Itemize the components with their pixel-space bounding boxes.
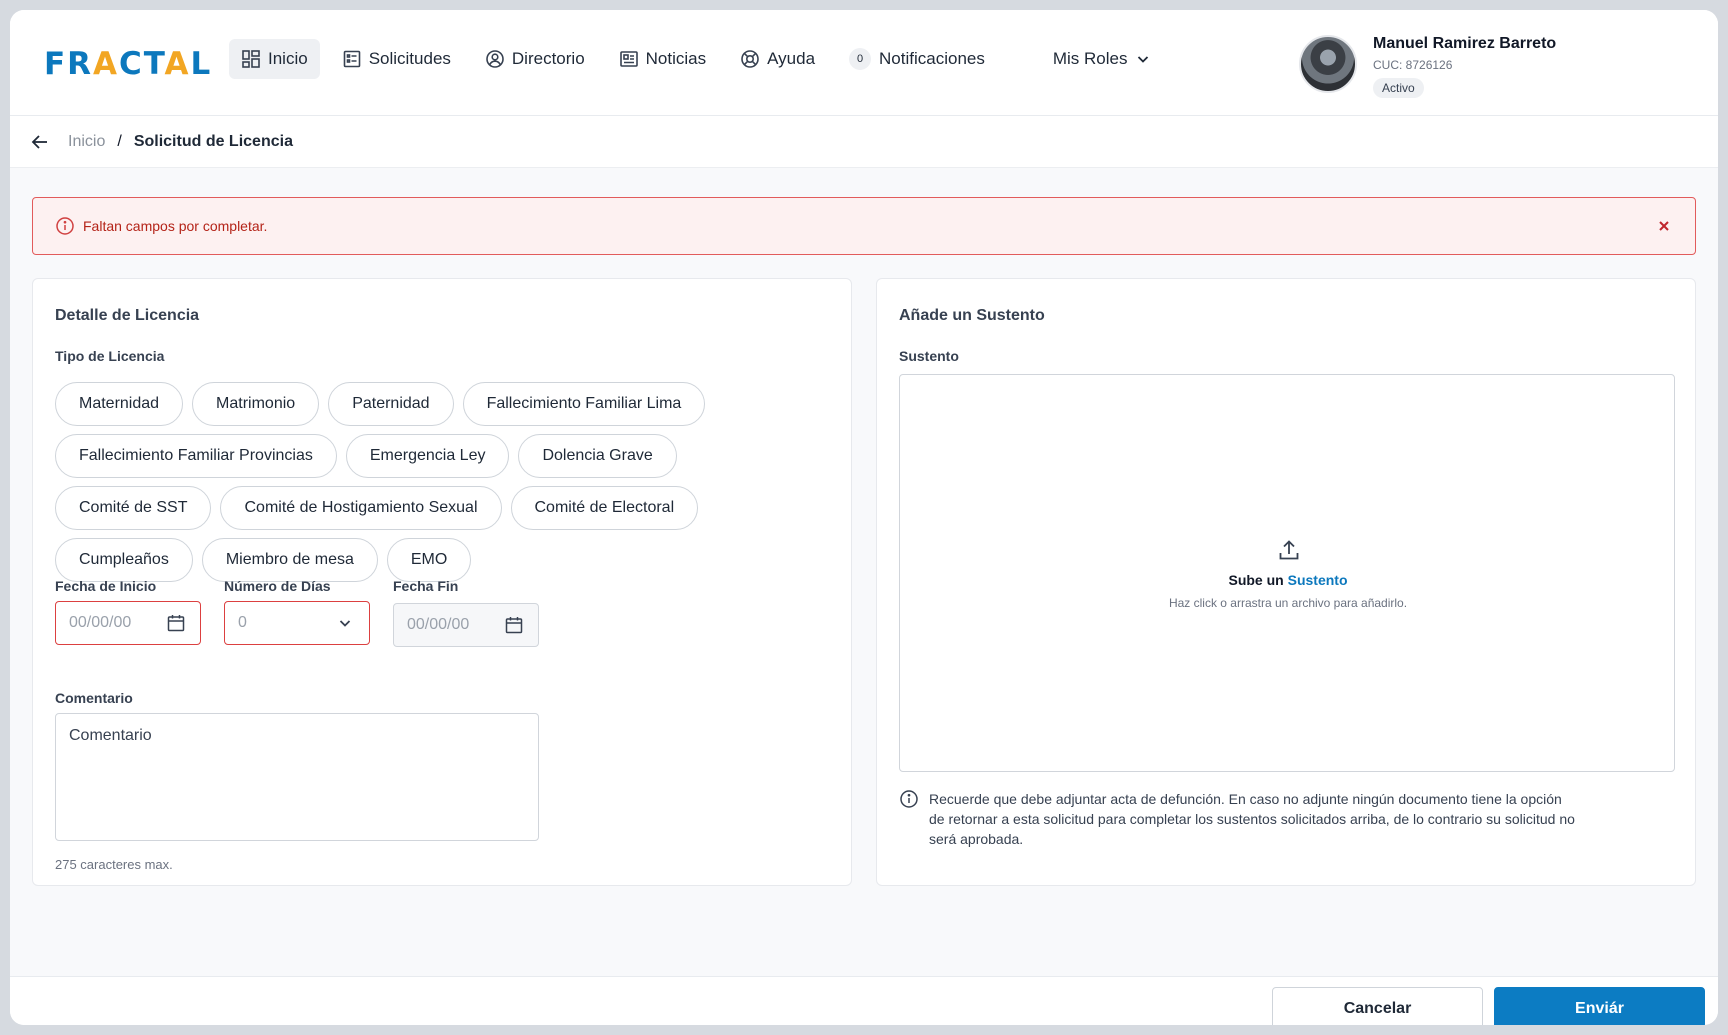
file-dropzone[interactable]: Sube un Sustento Haz click o arrastra un… [899,374,1675,772]
notification-count-badge: 0 [849,48,872,70]
chip-cumpleanos[interactable]: Cumpleaños [55,538,193,582]
start-date-placeholder: 00/00/00 [69,614,132,631]
card-title: Detalle de Licencia [55,307,200,324]
license-detail-card: Detalle de Licencia Tipo de Licencia Mat… [32,278,852,886]
avatar [1299,35,1357,93]
chip-emergencia-ley[interactable]: Emergencia Ley [345,434,510,478]
nav-label: Directorio [511,49,585,68]
main-nav: Inicio Solicitudes Directorio Noticias A… [229,39,1173,79]
nav-label: Noticias [645,49,707,68]
user-info: Manuel Ramirez Barreto CUC: 8726126 Acti… [1373,27,1556,98]
support-label: Sustento [899,348,959,364]
action-footer: Cancelar Enviár [10,976,1718,1025]
days-label: Número de Días [224,578,331,594]
end-date-label: Fecha Fin [393,578,459,594]
nav-label: Mis Roles [1052,49,1128,68]
form-list-icon [343,50,360,68]
nav-item-inicio[interactable]: Inicio [229,39,320,79]
top-navigation-bar: FRACTAL Inicio Solicitudes Directorio No… [10,10,1718,116]
days-select[interactable]: 0 [224,601,370,645]
calendar-icon [505,617,523,634]
days-value: 0 [238,614,247,631]
error-alert: Faltan campos por completar. [32,197,1696,255]
nav-label: Ayuda [767,49,816,68]
end-date-input: 00/00/00 [393,603,539,647]
start-date-label: Fecha de Inicio [55,578,157,594]
close-icon[interactable] [1655,217,1673,235]
user-name: Manuel Ramirez Barreto [1373,35,1557,52]
license-type-label: Tipo de Licencia [55,348,165,364]
start-date-input[interactable]: 00/00/00 [55,601,201,645]
nav-item-ayuda[interactable]: Ayuda [728,39,827,79]
nav-item-notificaciones[interactable]: 0 Notificaciones [837,39,997,79]
upload-icon [1279,540,1299,560]
cancel-button[interactable]: Cancelar [1272,987,1483,1025]
license-type-chips: Maternidad Matrimonio Paternidad Falleci… [55,382,795,590]
chip-paternidad[interactable]: Paternidad [328,382,454,426]
end-date-placeholder: 00/00/00 [407,616,470,633]
user-profile[interactable]: Manuel Ramirez Barreto CUC: 8726126 Acti… [1299,27,1556,98]
chevron-down-icon [1138,56,1149,63]
user-cuc: CUC: 8726126 [1373,58,1453,72]
chevron-down-icon [339,620,351,627]
dashboard-icon [242,50,260,68]
info-icon [900,790,918,808]
chip-miembro-mesa[interactable]: Miembro de mesa [201,538,378,582]
nav-label: Solicitudes [368,49,451,68]
breadcrumb-separator: / [117,132,122,150]
chip-dolencia-grave[interactable]: Dolencia Grave [518,434,677,478]
upload-hint: Haz click o arrastra un archivo para aña… [1168,596,1408,610]
support-note: Recuerde que debe adjuntar acta de defun… [899,789,1579,849]
nav-item-noticias[interactable]: Noticias [607,39,718,79]
comment-label: Comentario [55,690,133,706]
comment-placeholder: Comentario [69,727,152,744]
upload-title: Sube un Sustento [1228,572,1348,588]
info-icon [56,217,74,235]
arrow-left-icon[interactable] [30,132,50,152]
chip-maternidad[interactable]: Maternidad [55,382,184,426]
support-note-text: Recuerde que debe adjuntar acta de defun… [929,791,1575,847]
main-content: Faltan campos por completar. Detalle de … [10,168,1718,976]
calendar-icon [167,615,185,632]
nav-label: Inicio [268,49,308,68]
roles-dropdown[interactable]: Mis Roles [1041,39,1164,79]
chip-fallecimiento-lima[interactable]: Fallecimiento Familiar Lima [462,382,706,426]
nav-item-directorio[interactable]: Directorio [473,39,597,79]
chip-fallecimiento-provincias[interactable]: Fallecimiento Familiar Provincias [55,434,337,478]
chip-emo[interactable]: EMO [386,538,472,582]
lifebuoy-icon [741,50,759,68]
chip-comite-sst[interactable]: Comité de SST [55,486,212,530]
breadcrumb-home-link[interactable]: Inicio [68,133,105,151]
upload-link[interactable]: Sustento [1288,572,1348,588]
comment-textarea[interactable]: Comentario [55,713,539,841]
support-card: Añade un Sustento Sustento Sube un Suste… [876,278,1696,886]
newspaper-icon [619,51,638,67]
user-circle-icon [486,50,504,68]
breadcrumb: Inicio / Solicitud de Licencia [10,116,1718,168]
card-title: Añade un Sustento [899,307,1045,324]
status-badge: Activo [1373,78,1424,98]
chip-comite-hostigamiento[interactable]: Comité de Hostigamiento Sexual [220,486,502,530]
alert-message: Faltan campos por completar. [83,218,268,234]
chip-comite-electoral[interactable]: Comité de Electoral [510,486,699,530]
comment-hint: 275 caracteres max. [55,857,173,872]
nav-item-solicitudes[interactable]: Solicitudes [330,39,463,79]
chip-matrimonio[interactable]: Matrimonio [192,382,320,426]
send-button[interactable]: Enviár [1494,987,1705,1025]
nav-label: Notificaciones [879,49,985,68]
app-window: FRACTAL Inicio Solicitudes Directorio No… [10,10,1718,1025]
fractal-logo[interactable]: FRACTAL [44,46,212,82]
breadcrumb-current: Solicitud de Licencia [133,132,293,150]
